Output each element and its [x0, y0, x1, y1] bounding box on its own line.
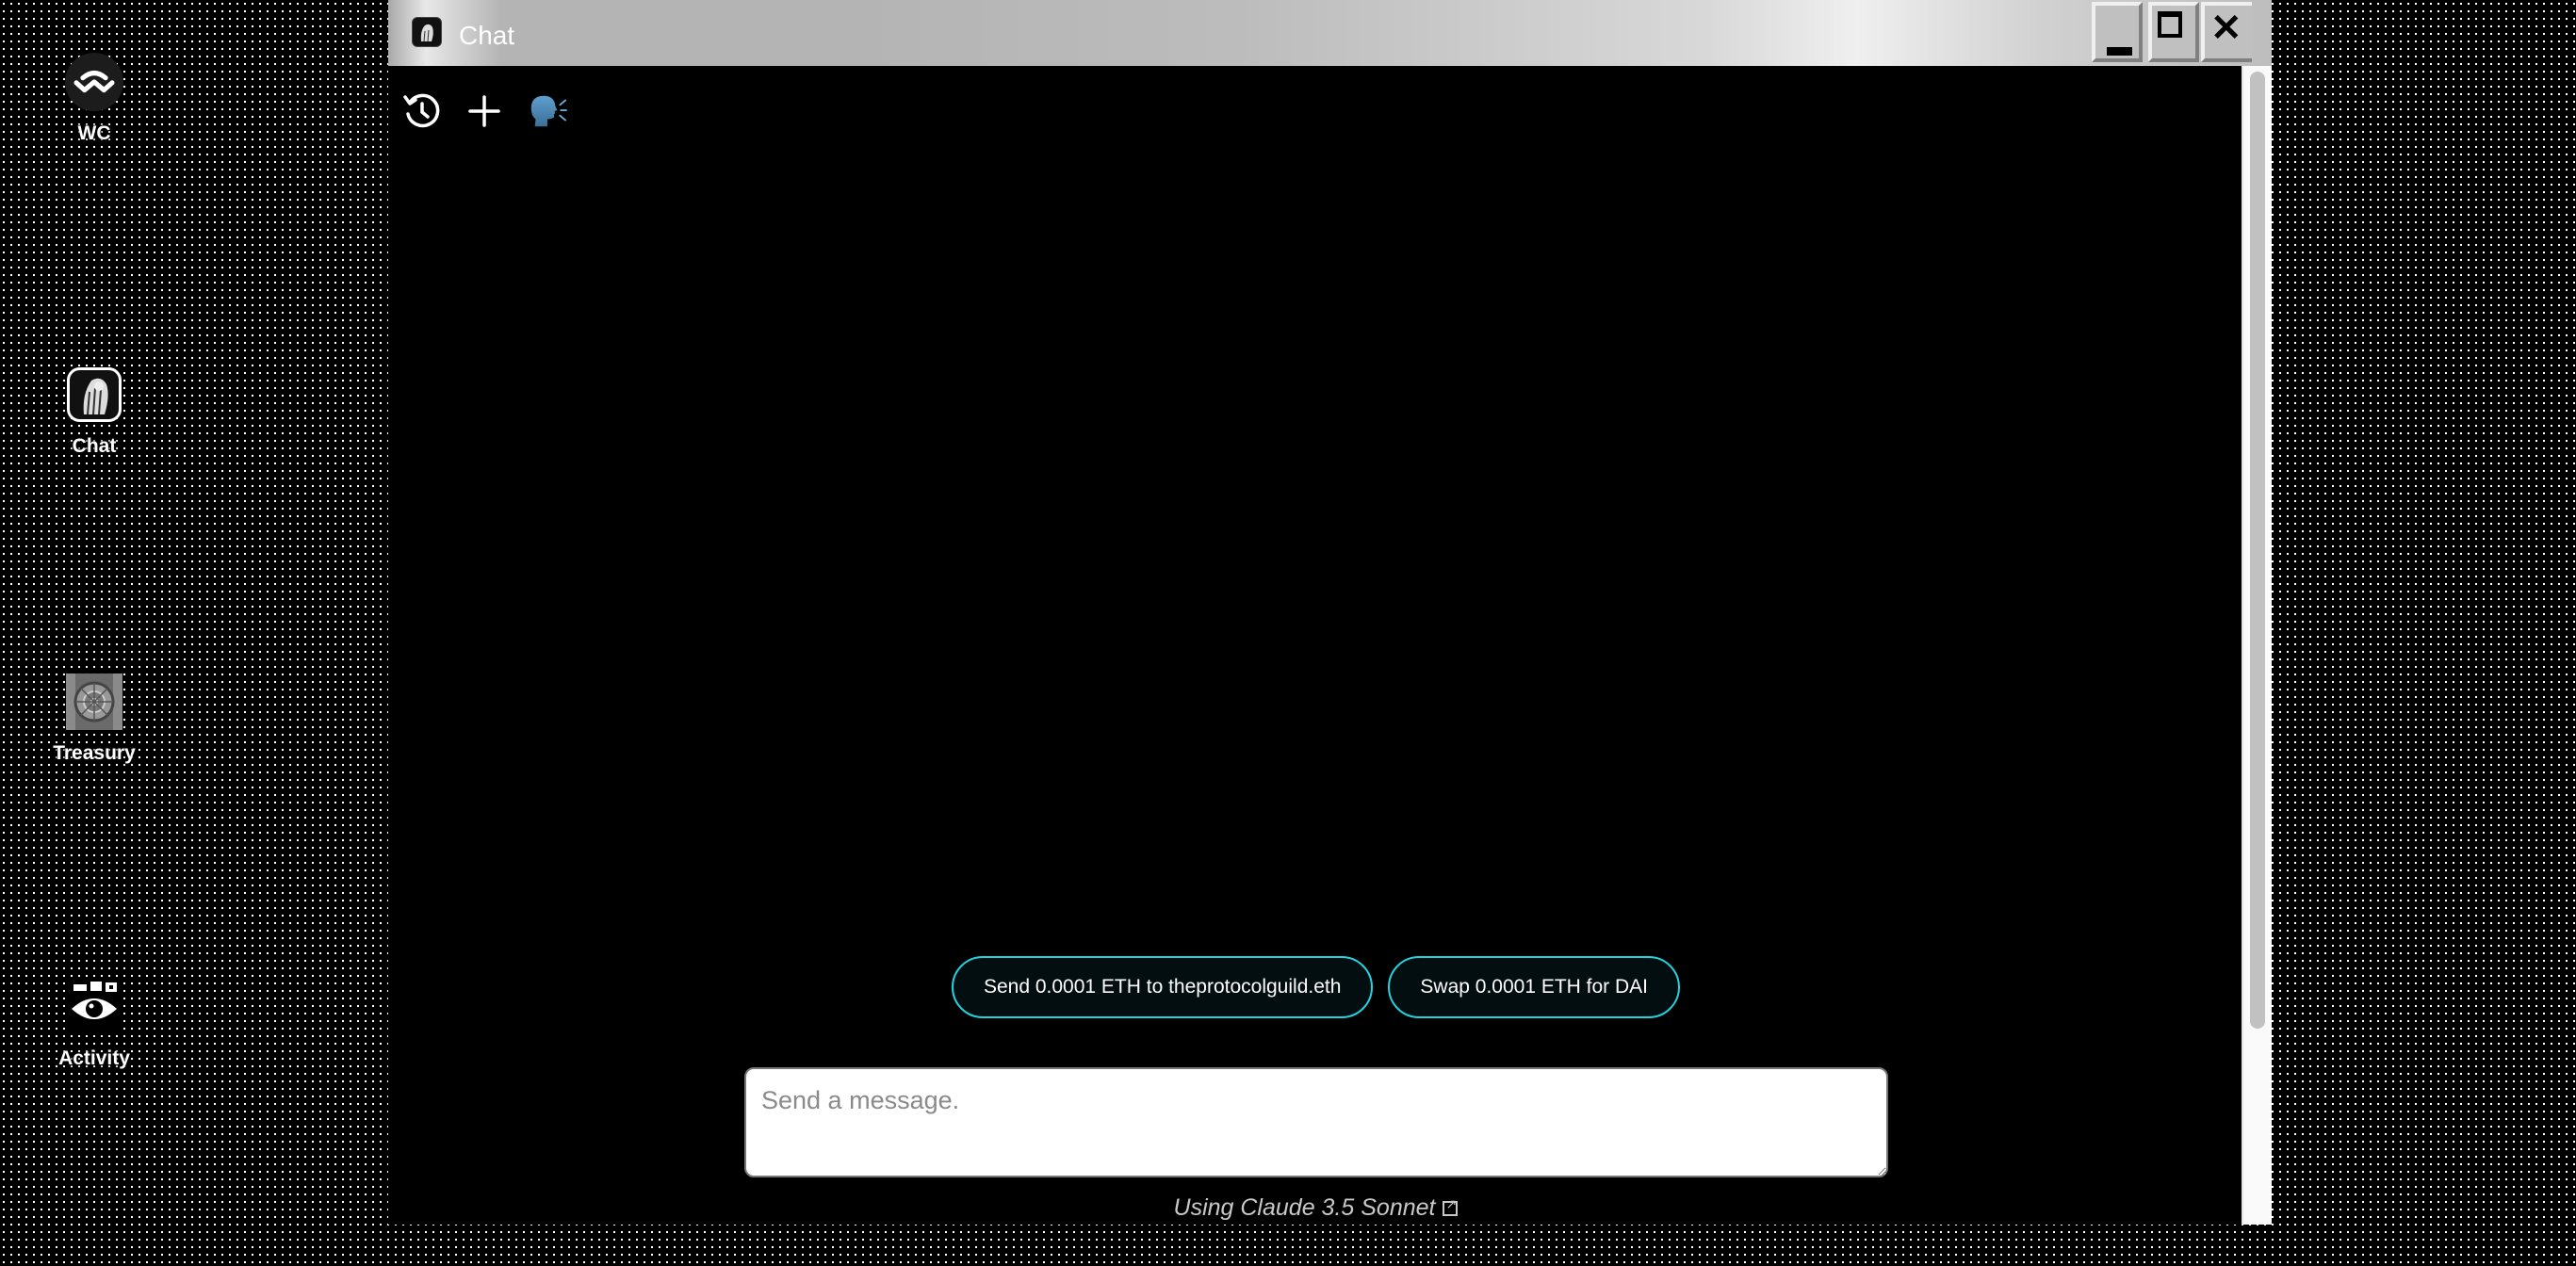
- close-button[interactable]: ✕: [2201, 2, 2252, 62]
- maximize-button[interactable]: [2148, 2, 2199, 62]
- history-button[interactable]: [401, 90, 443, 132]
- message-input[interactable]: [744, 1067, 1888, 1177]
- window-title: Chat: [459, 21, 515, 50]
- suggestion-chips: Send 0.0001 ETH to theprotocolguild.eth …: [388, 956, 2243, 1018]
- minimize-icon: [2107, 47, 2132, 56]
- close-icon: ✕: [2210, 8, 2242, 49]
- desktop-icon-label: WC: [77, 122, 111, 144]
- scrollbar-thumb[interactable]: [2250, 72, 2265, 1029]
- desktop-icon-wc[interactable]: WC: [19, 53, 170, 145]
- minimize-button[interactable]: [2092, 2, 2143, 62]
- speaking-head-icon: [530, 95, 567, 127]
- history-icon: [403, 93, 440, 128]
- desktop-icon-label: Treasury: [53, 742, 136, 764]
- suggestion-swap-eth[interactable]: Swap 0.0001 ETH for DAI: [1388, 956, 1681, 1018]
- voice-button[interactable]: [526, 90, 567, 132]
- desktop-icon-treasury[interactable]: Treasury: [19, 673, 170, 765]
- maximize-icon: [2158, 11, 2182, 38]
- new-chat-button[interactable]: [464, 90, 505, 132]
- model-info-text: Using Claude 3.5 Sonnet: [1173, 1194, 1436, 1221]
- suggestion-send-eth[interactable]: Send 0.0001 ETH to theprotocolguild.eth: [951, 956, 1374, 1018]
- plus-icon: [468, 95, 500, 127]
- treasury-icon: [65, 673, 123, 731]
- window-titlebar[interactable]: Chat ✕: [388, 0, 2272, 66]
- desktop-icon-label: Chat: [72, 435, 117, 457]
- desktop-icon-activity[interactable]: Activity: [19, 978, 170, 1070]
- desktop-icon-chat[interactable]: Chat: [19, 365, 170, 458]
- external-link-icon: [1443, 1196, 1459, 1216]
- chat-app-icon: [65, 365, 123, 424]
- chat-toolbar: [401, 90, 567, 132]
- chat-app-icon: [412, 17, 442, 47]
- chat-window: Chat ✕ Send 0.0001 ETH to theprotocolgui…: [388, 0, 2272, 1225]
- desktop-icon-label: Activity: [58, 1047, 130, 1069]
- model-info-link[interactable]: Using Claude 3.5 Sonnet: [388, 1194, 2243, 1222]
- walletconnect-icon: [65, 53, 123, 111]
- activity-eye-icon: [65, 978, 123, 1036]
- scrollbar[interactable]: [2242, 66, 2272, 1225]
